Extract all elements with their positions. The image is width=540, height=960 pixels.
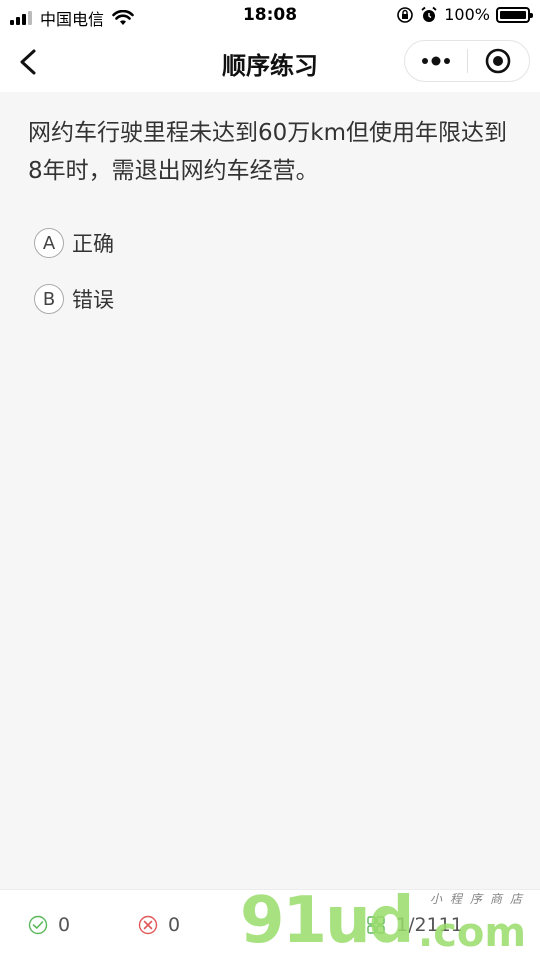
check-circle-icon [28,915,48,935]
grid-icon [367,916,385,934]
option-a[interactable]: A 正确 [34,228,114,258]
progress-count: 1/2111 [396,914,463,936]
bottom-bar: 0 0 1/2111 [0,889,540,960]
status-right: 100% [396,5,533,24]
nav-bar: 顺序练习 [0,32,540,92]
target-circle-icon [485,48,511,74]
correct-count-stat[interactable]: 0 [28,914,70,936]
option-label: 正确 [72,232,114,256]
option-b[interactable]: B 错误 [34,284,114,314]
question-text: 网约车行驶里程未达到60万km但使用年限达到8年时，需退出网约车经营。 [28,120,507,184]
mini-program-capsule [404,40,530,82]
option-letter: B [34,284,64,314]
option-letter: A [34,228,64,258]
more-dots-icon [421,56,450,66]
battery-icon [496,6,533,23]
more-button[interactable] [405,41,467,81]
battery-percent: 100% [444,5,490,24]
wrong-count: 0 [168,914,181,936]
correct-count: 0 [58,914,71,936]
orientation-lock-icon [397,6,414,23]
progress-stat[interactable]: 1/2111 [366,914,463,936]
status-bar: 中国电信 18:08 100% [0,0,540,32]
alarm-icon [421,6,437,22]
x-circle-icon [138,915,158,935]
wrong-count-stat[interactable]: 0 [138,914,180,936]
close-mini-program-button[interactable] [467,41,529,81]
option-label: 错误 [72,288,114,312]
